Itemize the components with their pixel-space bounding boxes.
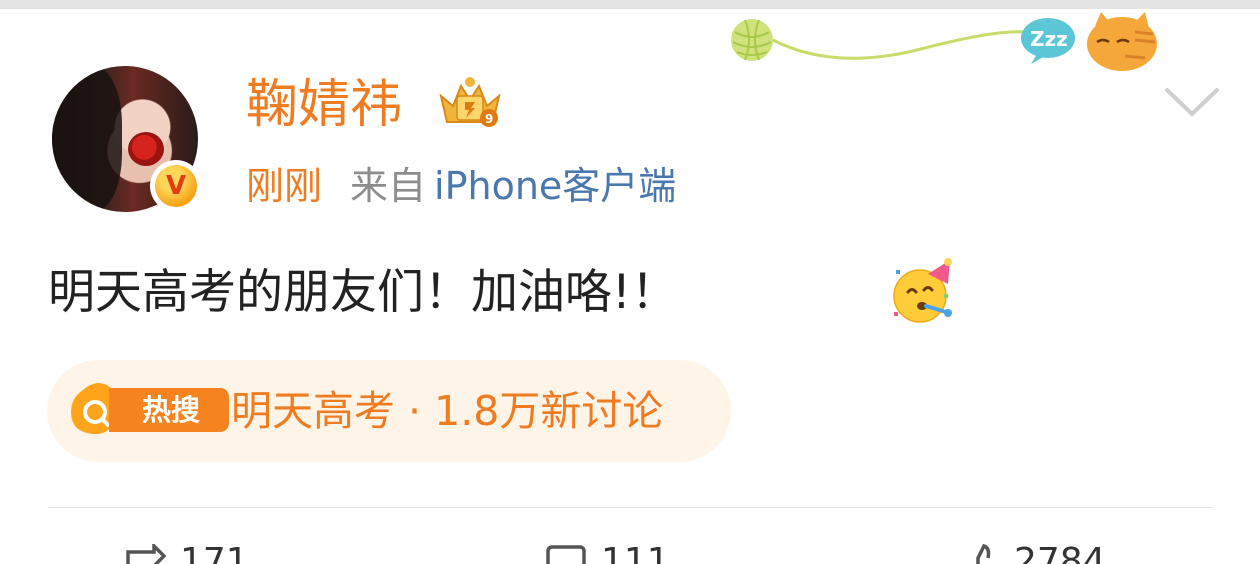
like-button[interactable]: 2784: [958, 542, 1106, 564]
action-divider: [48, 507, 1214, 508]
sleeping-cat-icon: [1087, 12, 1157, 71]
yarn-ball-icon: [731, 19, 773, 61]
repost-count: 171: [180, 541, 249, 564]
party-face-emoji-icon: [893, 258, 952, 323]
decoration-art: Zzz: [731, 12, 1157, 71]
post-meta: 刚刚 来自 iPhone客户端: [246, 158, 676, 214]
hot-search-pill[interactable]: 热搜 明天高考 · 1.8万新讨论: [47, 360, 731, 462]
post-text: 明天高考的朋友们！加油咯!！: [48, 265, 678, 320]
action-bar: 171 111 2784: [0, 530, 1260, 564]
comment-button[interactable]: 111: [545, 542, 670, 564]
hot-search-text: 明天高考 · 1.8万新讨论: [231, 374, 663, 448]
like-count: 2784: [1014, 541, 1106, 564]
hot-search-topic: 明天高考: [231, 387, 395, 435]
verified-v-icon: V: [155, 165, 197, 207]
source-prefix: 来自: [350, 164, 427, 208]
yarn-thread: [772, 30, 1026, 60]
comment-count: 111: [601, 541, 670, 564]
repost-icon: [126, 544, 166, 564]
crown-badge-icon[interactable]: 9: [435, 74, 505, 132]
repost-button[interactable]: 171: [124, 542, 249, 564]
hot-search-count: 1.8万新讨论: [434, 387, 664, 435]
username[interactable]: 鞠婧祎: [246, 70, 402, 140]
verified-badge: V: [150, 160, 202, 212]
avatar-hair: [52, 66, 122, 212]
hot-search-badge-label: 热搜: [141, 393, 200, 427]
avatar-rose: [128, 132, 164, 166]
like-icon: [976, 544, 991, 564]
source-client-link[interactable]: iPhone客户端: [434, 164, 676, 208]
svg-text:Zzz: Zzz: [1030, 27, 1068, 51]
hot-search-separator: ·: [408, 387, 422, 435]
chevron-down-icon[interactable]: [1163, 86, 1221, 118]
card-decoration: Zzz: [725, 12, 1157, 82]
zzz-bubble-icon: Zzz: [1021, 18, 1075, 64]
comment-icon: [546, 545, 586, 564]
top-edge: [0, 0, 1260, 9]
post-time: 刚刚: [246, 164, 323, 208]
svg-text:9: 9: [485, 112, 493, 126]
